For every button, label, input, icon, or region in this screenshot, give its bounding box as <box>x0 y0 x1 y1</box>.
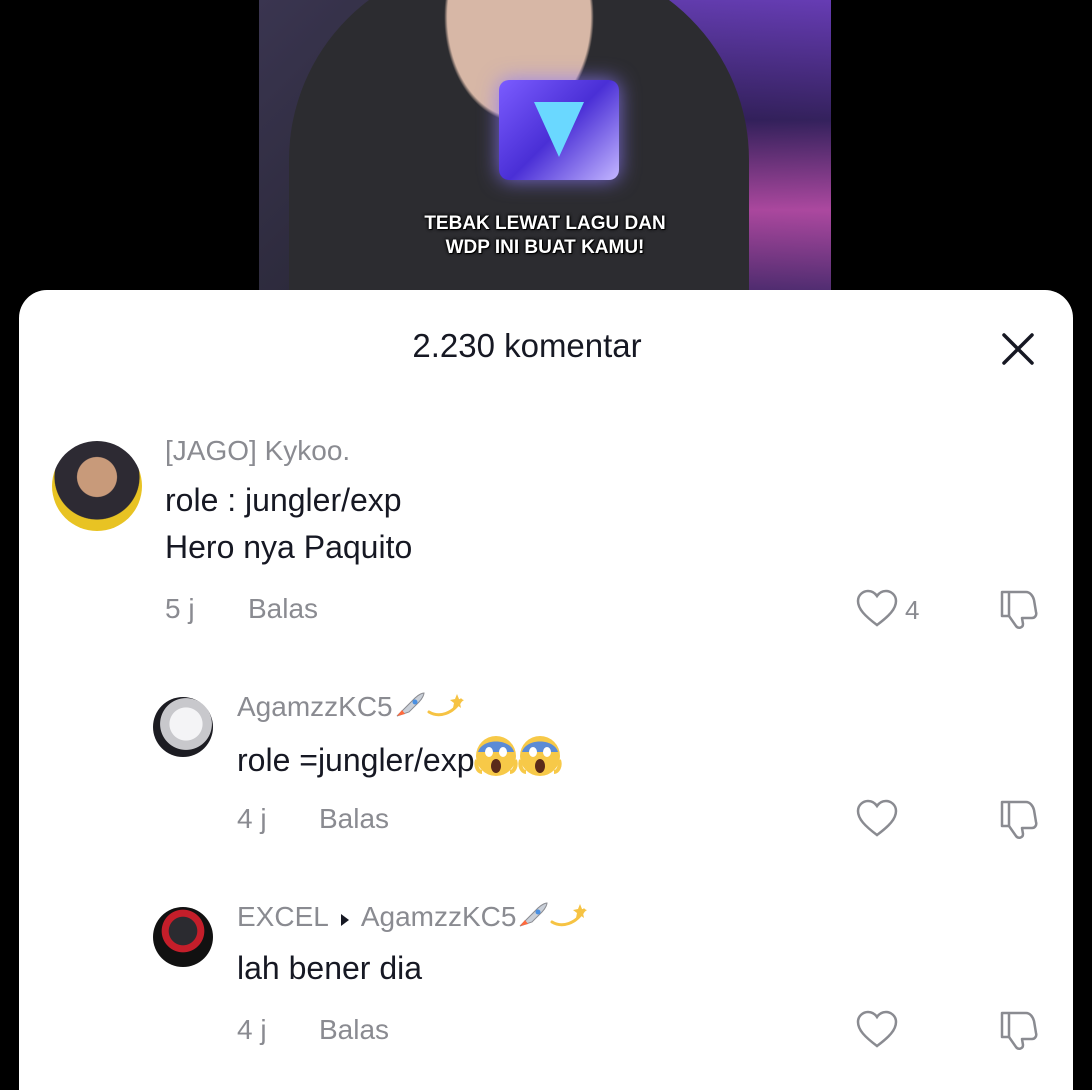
comment-username[interactable]: [JAGO] Kykoo. <box>165 435 350 467</box>
avatar[interactable] <box>52 441 142 531</box>
dislike-icon[interactable] <box>996 588 1040 630</box>
caption-line-2: WDP INI BUAT KAMU! <box>445 237 645 258</box>
reply-to-username[interactable]: AgamzzKC5 <box>361 901 517 932</box>
comment-text-line-1: role : jungler/exp <box>165 482 402 518</box>
comment-time: 5 j <box>165 593 195 624</box>
caption-line-1: TEBAK LEWAT LAGU DAN <box>424 213 666 234</box>
comment-time: 4 j <box>237 1014 267 1045</box>
heart-icon[interactable] <box>855 1010 899 1050</box>
dislike-icon[interactable] <box>996 1009 1040 1051</box>
avatar[interactable] <box>153 907 213 967</box>
reply-button[interactable]: Balas <box>319 1014 389 1046</box>
reply-arrow-icon <box>339 903 351 935</box>
heart-icon[interactable] <box>855 799 899 839</box>
reply-button[interactable]: Balas <box>319 803 389 835</box>
dizzy-emoji <box>550 900 590 937</box>
comment-text: role =jungler/exp <box>237 741 475 778</box>
comment-time: 4 j <box>237 803 267 834</box>
comments-count-title: 2.230 komentar <box>412 327 642 364</box>
like-count: 4 <box>905 595 920 625</box>
diamond-chest-graphic <box>499 80 619 180</box>
comment-text: lah bener dia <box>237 950 423 986</box>
comment-text-row: role =jungler/exp <box>237 734 563 791</box>
comments-sheet <box>19 290 1073 1090</box>
video-player[interactable]: TEBAK LEWAT LAGU DAN WDP INI BUAT KAMU! <box>259 0 831 300</box>
rocket-emoji <box>516 900 550 937</box>
scream-emoji <box>518 734 563 791</box>
avatar[interactable] <box>153 697 213 757</box>
comment-username[interactable]: EXCEL <box>237 901 329 932</box>
rocket-emoji <box>393 690 427 727</box>
heart-icon[interactable] <box>855 589 899 629</box>
dislike-icon[interactable] <box>996 798 1040 840</box>
close-icon[interactable] <box>1000 331 1036 367</box>
video-caption: TEBAK LEWAT LAGU DAN WDP INI BUAT KAMU! <box>259 212 831 260</box>
scream-emoji <box>474 734 519 791</box>
comment-username-row: EXCEL AgamzzKC5 <box>237 900 590 937</box>
comment-username-row: AgamzzKC5 <box>237 690 467 727</box>
reply-button[interactable]: Balas <box>248 593 318 625</box>
comment-text-line-2: Hero nya Paquito <box>165 529 413 565</box>
comment-username[interactable]: AgamzzKC5 <box>237 691 393 722</box>
dizzy-emoji <box>427 690 467 727</box>
